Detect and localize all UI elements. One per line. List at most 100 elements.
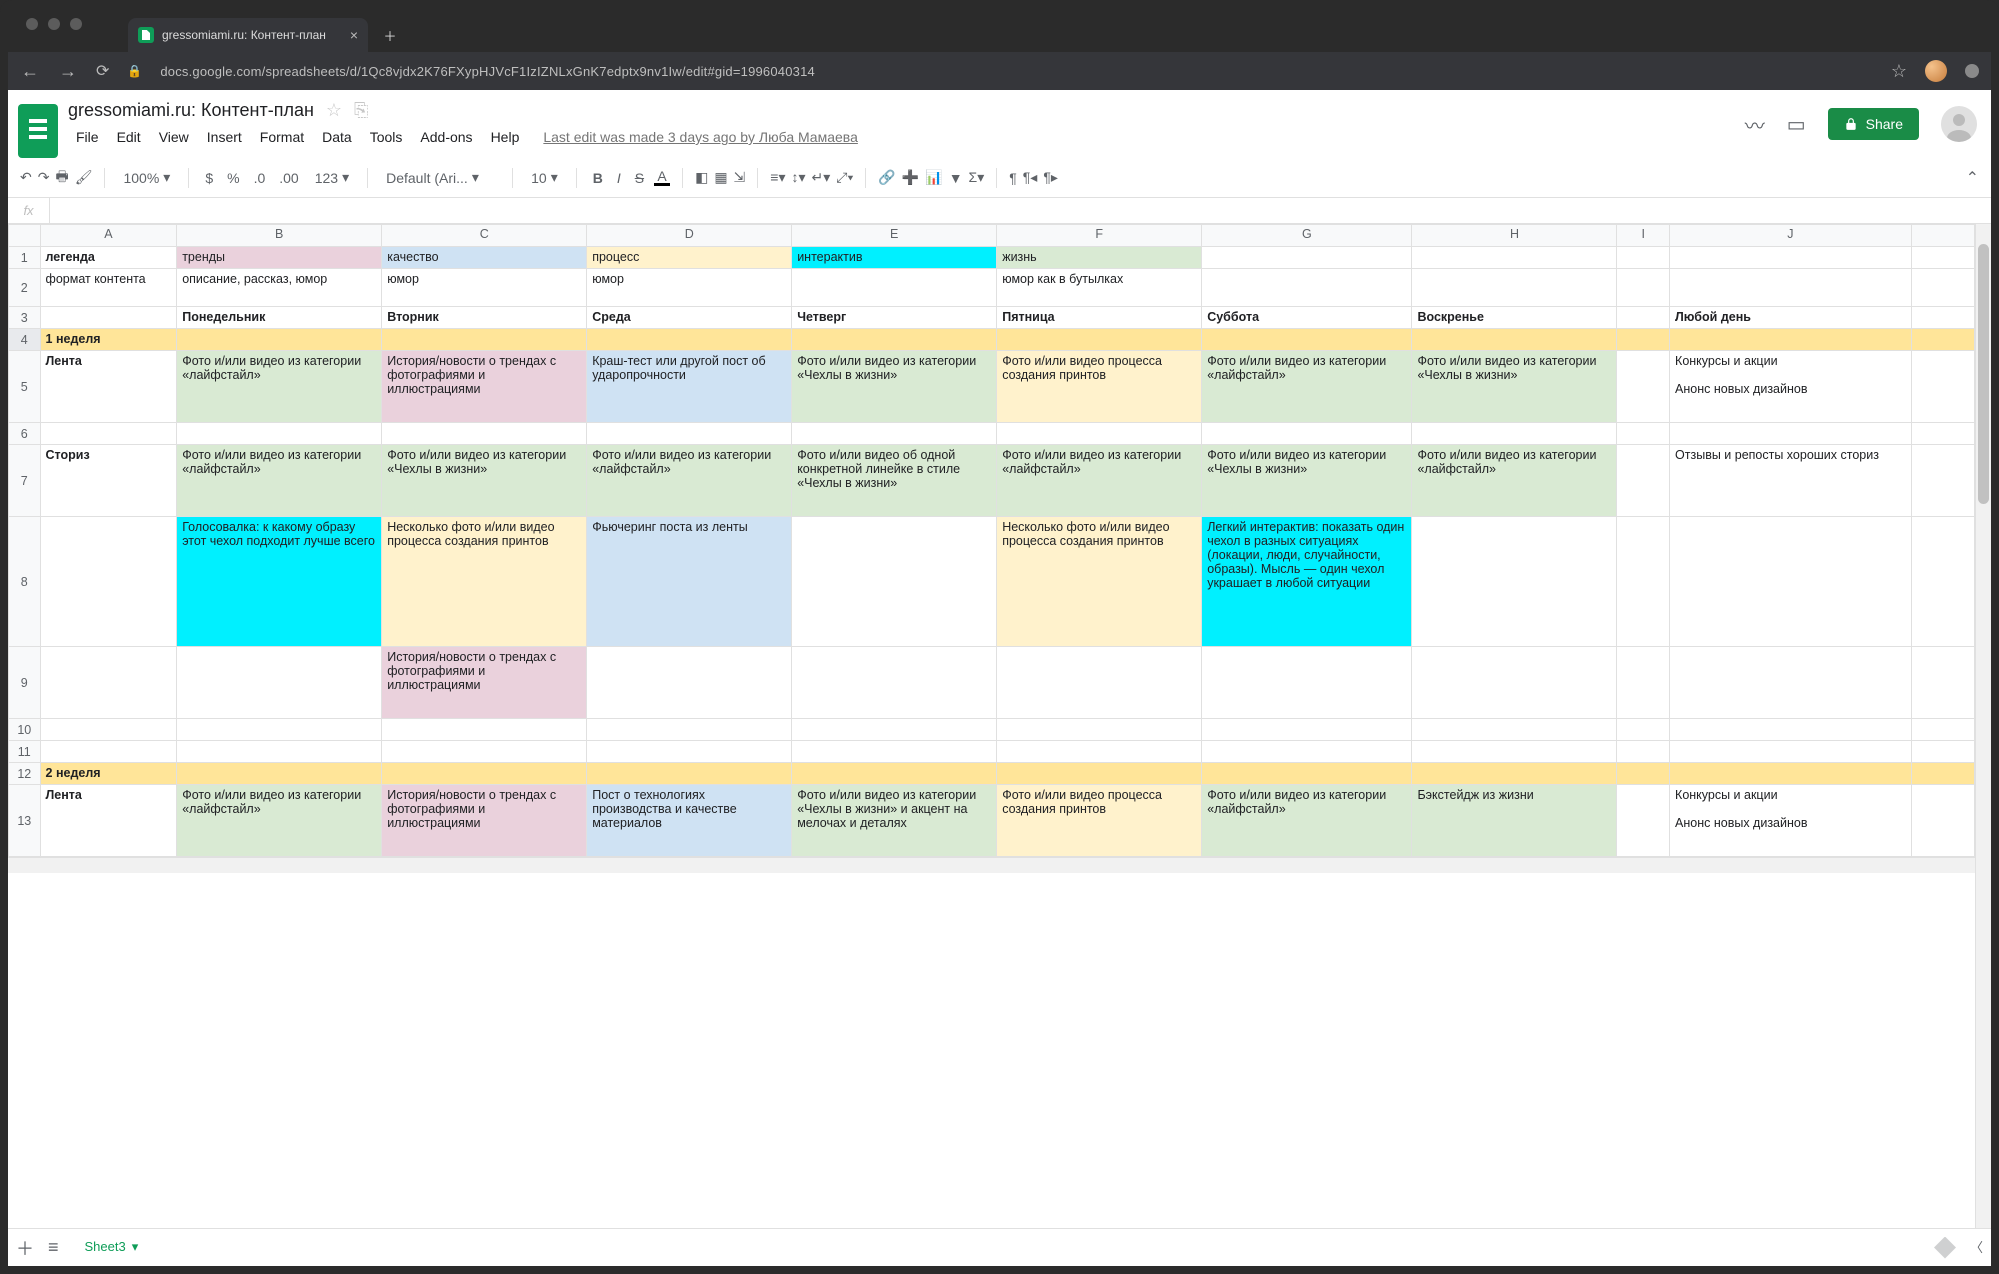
- select-all-cell[interactable]: [9, 225, 41, 247]
- text-color-icon[interactable]: A: [654, 169, 670, 186]
- cell[interactable]: Голосовалка: к какому образу этот чехол …: [177, 517, 382, 647]
- cell[interactable]: [40, 307, 177, 329]
- cell[interactable]: Фото и/или видео из категории «Чехлы в ж…: [792, 785, 997, 857]
- cell[interactable]: [1412, 719, 1617, 741]
- cell[interactable]: Сториз: [40, 445, 177, 517]
- cell[interactable]: качество: [382, 247, 587, 269]
- text-wrap-icon[interactable]: ↵▾: [812, 169, 831, 186]
- cell[interactable]: [40, 647, 177, 719]
- cell[interactable]: [1617, 517, 1670, 647]
- menu-icon[interactable]: [1965, 64, 1979, 78]
- cell[interactable]: Понедельник: [177, 307, 382, 329]
- cell[interactable]: [997, 719, 1202, 741]
- cell[interactable]: История/новости о трендах с фотографиями…: [382, 785, 587, 857]
- cell[interactable]: [1617, 329, 1670, 351]
- insert-chart-icon[interactable]: 📊: [925, 169, 942, 186]
- cell[interactable]: История/новости о трендах с фотографиями…: [382, 647, 587, 719]
- cell[interactable]: Пятница: [997, 307, 1202, 329]
- cell[interactable]: [997, 329, 1202, 351]
- text-rotation-icon[interactable]: ⤢▾: [836, 169, 853, 186]
- row-header[interactable]: 3: [9, 307, 41, 329]
- zoom-dropdown[interactable]: 100%▾: [117, 167, 176, 188]
- formula-bar[interactable]: fx: [8, 198, 1991, 224]
- cell[interactable]: [1412, 329, 1617, 351]
- cell[interactable]: Фото и/или видео из категории «лайфстайл…: [1202, 785, 1412, 857]
- merge-cells-icon[interactable]: ⇲: [734, 169, 746, 186]
- star-icon[interactable]: ☆: [326, 100, 342, 121]
- cell[interactable]: [1617, 719, 1670, 741]
- column-header[interactable]: C: [382, 225, 587, 247]
- cell[interactable]: юмор как в бутылках: [997, 269, 1202, 307]
- cell[interactable]: [1617, 741, 1670, 763]
- all-sheets-icon[interactable]: ≡: [48, 1237, 59, 1258]
- row-header[interactable]: 13: [9, 785, 41, 857]
- filter-icon[interactable]: ▼: [949, 170, 963, 186]
- maximize-window-icon[interactable]: [70, 18, 82, 30]
- column-header[interactable]: I: [1617, 225, 1670, 247]
- cell[interactable]: Лента: [40, 785, 177, 857]
- row-header[interactable]: 10: [9, 719, 41, 741]
- cell[interactable]: Фото и/или видео из категории «лайфстайл…: [587, 445, 792, 517]
- print-icon[interactable]: 🖶: [55, 166, 68, 190]
- user-avatar[interactable]: [1941, 106, 1977, 142]
- cell[interactable]: Конкурсы и акции Анонс новых дизайнов: [1670, 785, 1912, 857]
- close-tab-icon[interactable]: ×: [350, 27, 358, 43]
- cell[interactable]: Конкурсы и акции Анонс новых дизайнов: [1670, 351, 1912, 423]
- rtl-paragraph-icon[interactable]: ¶▸: [1043, 169, 1058, 186]
- cell[interactable]: [1670, 763, 1912, 785]
- cell[interactable]: [1617, 269, 1670, 307]
- more-formats-dropdown[interactable]: 123▾: [309, 167, 355, 188]
- undo-icon[interactable]: ↶: [20, 169, 32, 186]
- cell[interactable]: [40, 719, 177, 741]
- column-header[interactable]: D: [587, 225, 792, 247]
- side-panel-toggle-icon[interactable]: 〈: [1970, 1237, 1983, 1259]
- horizontal-align-icon[interactable]: ≡▾: [770, 169, 785, 186]
- row-header[interactable]: 6: [9, 423, 41, 445]
- strikethrough-icon[interactable]: S: [631, 170, 648, 186]
- menu-file[interactable]: File: [68, 125, 107, 149]
- cell[interactable]: юмор: [382, 269, 587, 307]
- cell[interactable]: [1202, 763, 1412, 785]
- cell[interactable]: [1202, 423, 1412, 445]
- cell[interactable]: [1670, 719, 1912, 741]
- menu-format[interactable]: Format: [252, 125, 312, 149]
- column-header[interactable]: A: [40, 225, 177, 247]
- cell[interactable]: [1202, 741, 1412, 763]
- address-bar[interactable]: docs.google.com/spreadsheets/d/1Qc8vjdx2…: [160, 64, 815, 79]
- row-header[interactable]: 12: [9, 763, 41, 785]
- cell[interactable]: [1412, 517, 1617, 647]
- cell[interactable]: Любой день: [1670, 307, 1912, 329]
- cell[interactable]: 1 неделя: [40, 329, 177, 351]
- currency-icon[interactable]: $: [201, 170, 217, 186]
- cell[interactable]: Фото и/или видео из категории «лайфстайл…: [1412, 445, 1617, 517]
- cell[interactable]: Вторник: [382, 307, 587, 329]
- row-header[interactable]: 1: [9, 247, 41, 269]
- new-tab-button[interactable]: ＋: [376, 21, 404, 49]
- cell[interactable]: [1412, 741, 1617, 763]
- reload-button[interactable]: ⟳: [96, 61, 109, 81]
- cell[interactable]: Краш-тест или другой пост об ударопрочно…: [587, 351, 792, 423]
- cell[interactable]: [40, 741, 177, 763]
- cell[interactable]: [177, 329, 382, 351]
- explore-icon[interactable]: [1934, 1237, 1956, 1259]
- cell[interactable]: [1617, 763, 1670, 785]
- cell[interactable]: [382, 763, 587, 785]
- cell[interactable]: Фото и/или видео из категории «лайфстайл…: [177, 351, 382, 423]
- percent-icon[interactable]: %: [223, 170, 243, 186]
- cell[interactable]: [177, 763, 382, 785]
- cell[interactable]: [177, 423, 382, 445]
- menu-data[interactable]: Data: [314, 125, 360, 149]
- cell[interactable]: Фото и/или видео из категории «лайфстайл…: [1202, 351, 1412, 423]
- cell[interactable]: юмор: [587, 269, 792, 307]
- cell[interactable]: [1670, 269, 1912, 307]
- column-header[interactable]: B: [177, 225, 382, 247]
- column-header[interactable]: E: [792, 225, 997, 247]
- cell[interactable]: Фото и/или видео из категории «лайфстайл…: [177, 785, 382, 857]
- back-button[interactable]: ←: [20, 61, 40, 82]
- cell[interactable]: Фото и/или видео из категории «Чехлы в ж…: [1202, 445, 1412, 517]
- cell[interactable]: Фото и/или видео об одной конкретной лин…: [792, 445, 997, 517]
- menu-addons[interactable]: Add-ons: [412, 125, 480, 149]
- cell[interactable]: [1670, 741, 1912, 763]
- cell[interactable]: Фото и/или видео из категории «Чехлы в ж…: [382, 445, 587, 517]
- menu-tools[interactable]: Tools: [362, 125, 411, 149]
